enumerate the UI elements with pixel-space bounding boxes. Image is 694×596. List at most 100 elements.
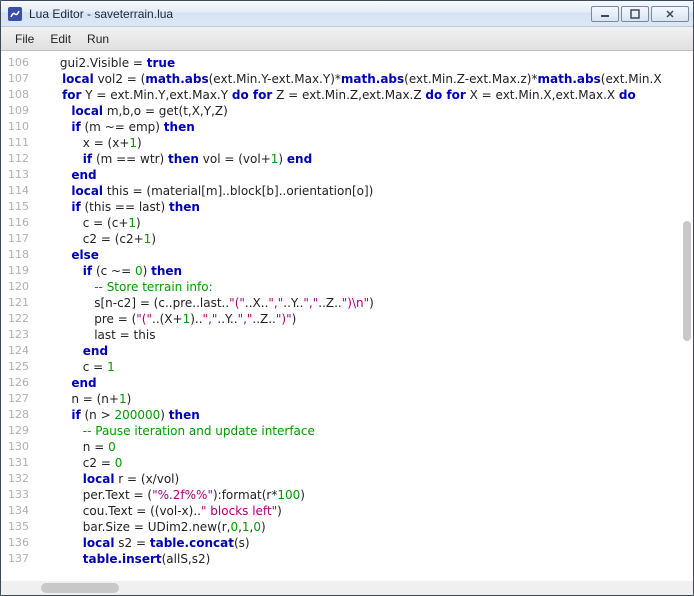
code-content[interactable]: if (n > 200000) then [37, 407, 693, 423]
code-content[interactable]: n = (n+1) [37, 391, 693, 407]
code-line[interactable]: 136 local s2 = table.concat(s) [1, 535, 693, 551]
minimize-button[interactable] [591, 6, 619, 22]
code-content[interactable]: if (this == last) then [37, 199, 693, 215]
code-line[interactable]: 106 gui2.Visible = true [1, 55, 693, 71]
line-number: 135 [1, 519, 37, 535]
line-number: 124 [1, 343, 37, 359]
code-line[interactable]: 118 else [1, 247, 693, 263]
code-content[interactable]: x = (x+1) [37, 135, 693, 151]
code-content[interactable]: end [37, 375, 693, 391]
code-content[interactable]: end [37, 167, 693, 183]
code-content[interactable]: c = (c+1) [37, 215, 693, 231]
code-line[interactable]: 130 n = 0 [1, 439, 693, 455]
vertical-scrollbar-thumb[interactable] [683, 221, 691, 341]
code-content[interactable]: local vol2 = (math.abs(ext.Min.Y-ext.Max… [37, 71, 693, 87]
line-number: 113 [1, 167, 37, 183]
line-number: 119 [1, 263, 37, 279]
menu-run[interactable]: Run [79, 30, 117, 48]
code-content[interactable]: c2 = (c2+1) [37, 231, 693, 247]
code-content[interactable]: table.insert(allS,s2) [37, 551, 693, 567]
code-content[interactable]: local this = (material[m]..block[b]..ori… [37, 183, 693, 199]
line-number: 126 [1, 375, 37, 391]
code-line[interactable]: 112 if (m == wtr) then vol = (vol+1) end [1, 151, 693, 167]
code-content[interactable]: if (c ~= 0) then [37, 263, 693, 279]
code-content[interactable]: local r = (x/vol) [37, 471, 693, 487]
code-line[interactable]: 127 n = (n+1) [1, 391, 693, 407]
code-line[interactable]: 129 -- Pause iteration and update interf… [1, 423, 693, 439]
menu-edit[interactable]: Edit [42, 30, 79, 48]
horizontal-scrollbar-track[interactable] [1, 581, 693, 595]
close-button[interactable] [651, 6, 689, 22]
code-content[interactable]: -- Store terrain info: [37, 279, 693, 295]
code-line[interactable]: 111 x = (x+1) [1, 135, 693, 151]
code-line[interactable]: 115 if (this == last) then [1, 199, 693, 215]
line-number: 106 [1, 55, 37, 71]
code-line[interactable]: 137 table.insert(allS,s2) [1, 551, 693, 567]
line-number: 108 [1, 87, 37, 103]
code-content[interactable]: last = this [37, 327, 693, 343]
code-line[interactable]: 122 pre = ("("..(X+1)..","..Y..","..Z.."… [1, 311, 693, 327]
editor-area: 106 gui2.Visible = true107 local vol2 = … [1, 51, 693, 595]
code-line[interactable]: 124 end [1, 343, 693, 359]
line-number: 132 [1, 471, 37, 487]
titlebar[interactable]: Lua Editor - saveterrain.lua [1, 1, 693, 27]
code-line[interactable]: 114 local this = (material[m]..block[b].… [1, 183, 693, 199]
line-number: 114 [1, 183, 37, 199]
menu-file[interactable]: File [7, 30, 42, 48]
code-content[interactable]: end [37, 343, 693, 359]
code-line[interactable]: 107 local vol2 = (math.abs(ext.Min.Y-ext… [1, 71, 693, 87]
code-line[interactable]: 109 local m,b,o = get(t,X,Y,Z) [1, 103, 693, 119]
code-content[interactable]: pre = ("("..(X+1)..","..Y..","..Z..")") [37, 311, 693, 327]
code-line[interactable]: 120 -- Store terrain info: [1, 279, 693, 295]
line-number: 110 [1, 119, 37, 135]
horizontal-scrollbar-thumb[interactable] [41, 583, 119, 593]
code-content[interactable]: bar.Size = UDim2.new(r,0,1,0) [37, 519, 693, 535]
code-line[interactable]: 126 end [1, 375, 693, 391]
line-number: 123 [1, 327, 37, 343]
code-line[interactable]: 113 end [1, 167, 693, 183]
line-number: 131 [1, 455, 37, 471]
code-lines[interactable]: 106 gui2.Visible = true107 local vol2 = … [1, 51, 693, 567]
code-content[interactable]: cou.Text = ((vol-x).." blocks left") [37, 503, 693, 519]
line-number: 128 [1, 407, 37, 423]
code-line[interactable]: 132 local r = (x/vol) [1, 471, 693, 487]
code-content[interactable]: n = 0 [37, 439, 693, 455]
code-line[interactable]: 133 per.Text = ("%.2f%%"):format(r*100) [1, 487, 693, 503]
code-content[interactable]: else [37, 247, 693, 263]
code-content[interactable]: for Y = ext.Min.Y,ext.Max.Y do for Z = e… [37, 87, 693, 103]
code-content[interactable]: per.Text = ("%.2f%%"):format(r*100) [37, 487, 693, 503]
line-number: 117 [1, 231, 37, 247]
code-line[interactable]: 123 last = this [1, 327, 693, 343]
maximize-button[interactable] [621, 6, 649, 22]
code-line[interactable]: 134 cou.Text = ((vol-x).." blocks left") [1, 503, 693, 519]
code-line[interactable]: 128 if (n > 200000) then [1, 407, 693, 423]
code-line[interactable]: 125 c = 1 [1, 359, 693, 375]
line-number: 127 [1, 391, 37, 407]
code-content[interactable]: -- Pause iteration and update interface [37, 423, 693, 439]
code-line[interactable]: 131 c2 = 0 [1, 455, 693, 471]
code-viewport[interactable]: 106 gui2.Visible = true107 local vol2 = … [1, 51, 693, 595]
code-content[interactable]: if (m == wtr) then vol = (vol+1) end [37, 151, 693, 167]
window-title: Lua Editor - saveterrain.lua [29, 7, 591, 21]
app-icon [7, 6, 23, 22]
code-content[interactable]: s[n-c2] = (c..pre..last.."("..X..","..Y.… [37, 295, 693, 311]
code-content[interactable]: c = 1 [37, 359, 693, 375]
code-content[interactable]: c2 = 0 [37, 455, 693, 471]
code-line[interactable]: 121 s[n-c2] = (c..pre..last.."("..X..","… [1, 295, 693, 311]
line-number: 134 [1, 503, 37, 519]
code-content[interactable]: local m,b,o = get(t,X,Y,Z) [37, 103, 693, 119]
code-line[interactable]: 135 bar.Size = UDim2.new(r,0,1,0) [1, 519, 693, 535]
code-content[interactable]: if (m ~= emp) then [37, 119, 693, 135]
code-line[interactable]: 110 if (m ~= emp) then [1, 119, 693, 135]
code-content[interactable]: local s2 = table.concat(s) [37, 535, 693, 551]
line-number: 129 [1, 423, 37, 439]
code-content[interactable]: gui2.Visible = true [37, 55, 693, 71]
line-number: 111 [1, 135, 37, 151]
line-number: 130 [1, 439, 37, 455]
line-number: 133 [1, 487, 37, 503]
code-line[interactable]: 119 if (c ~= 0) then [1, 263, 693, 279]
app-window: Lua Editor - saveterrain.lua File Edit R… [0, 0, 694, 596]
code-line[interactable]: 108 for Y = ext.Min.Y,ext.Max.Y do for Z… [1, 87, 693, 103]
code-line[interactable]: 116 c = (c+1) [1, 215, 693, 231]
code-line[interactable]: 117 c2 = (c2+1) [1, 231, 693, 247]
